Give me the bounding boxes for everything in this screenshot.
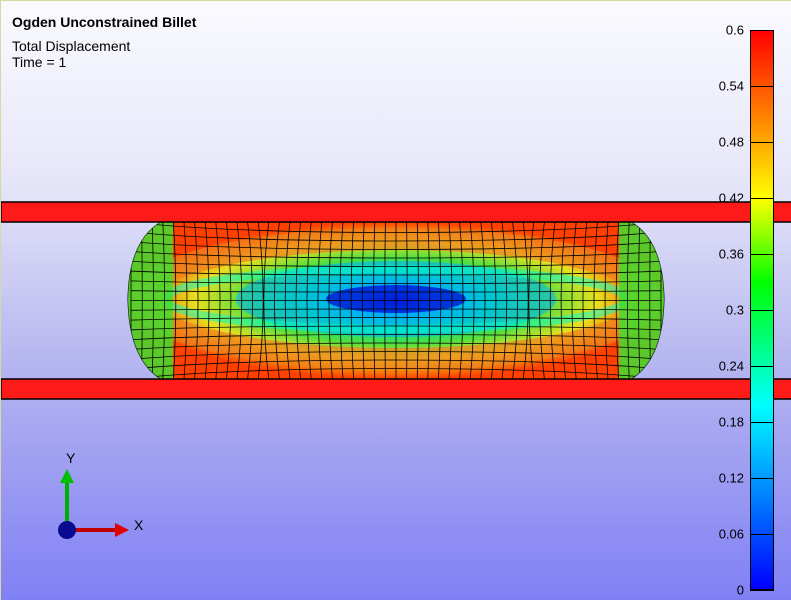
colorbar-tick-mark bbox=[750, 142, 774, 143]
colorbar-tick-mark bbox=[750, 86, 774, 87]
colorbar-tick-label: 0.48 bbox=[718, 134, 744, 150]
colorbar-tick-label: 0.42 bbox=[718, 190, 744, 206]
axis-triad bbox=[58, 469, 129, 539]
colorbar-tick-label: 0.3 bbox=[725, 302, 744, 318]
bottom-plate[interactable] bbox=[1, 378, 791, 400]
graphics-viewport[interactable]: Ogden Unconstrained Billet Total Displac… bbox=[0, 0, 791, 600]
colorbar-tick-mark bbox=[750, 198, 774, 199]
colorbar-tick-label: 0.36 bbox=[718, 246, 744, 262]
colorbar-tick-label: 0.54 bbox=[718, 78, 744, 94]
triad-x-label: X bbox=[134, 517, 144, 533]
billet[interactable] bbox=[127, 221, 665, 380]
colorbar-tick-label: 0.6 bbox=[725, 22, 744, 38]
model-scene[interactable] bbox=[1, 1, 791, 601]
colorbar-tick-label: 0.18 bbox=[718, 414, 744, 430]
colorbar-tick-label: 0.24 bbox=[718, 358, 744, 374]
time-label: Time = 1 bbox=[12, 54, 67, 70]
model-title: Ogden Unconstrained Billet bbox=[12, 14, 197, 30]
colorbar-tick-mark bbox=[750, 30, 774, 31]
triad-y-label: Y bbox=[66, 450, 76, 466]
colorbar-tick-mark bbox=[750, 534, 774, 535]
y-axis-arrow-icon bbox=[60, 469, 74, 483]
origin-sphere-icon bbox=[58, 521, 76, 539]
variable-label: Total Displacement bbox=[12, 38, 131, 54]
colorbar-tick-mark bbox=[750, 254, 774, 255]
x-axis-arrow-icon bbox=[115, 523, 129, 537]
colorbar-tick-label: 0 bbox=[736, 582, 744, 598]
colorbar-tick-label: 0.12 bbox=[718, 470, 744, 486]
colorbar-tick-mark bbox=[750, 422, 774, 423]
top-plate[interactable] bbox=[1, 201, 791, 223]
colorbar-tick-mark bbox=[750, 310, 774, 311]
colorbar-tick-mark bbox=[750, 366, 774, 367]
colorbar-tick-mark bbox=[750, 478, 774, 479]
colorbar-tick-mark bbox=[750, 590, 774, 591]
colorbar-tick-label: 0.06 bbox=[718, 526, 744, 542]
